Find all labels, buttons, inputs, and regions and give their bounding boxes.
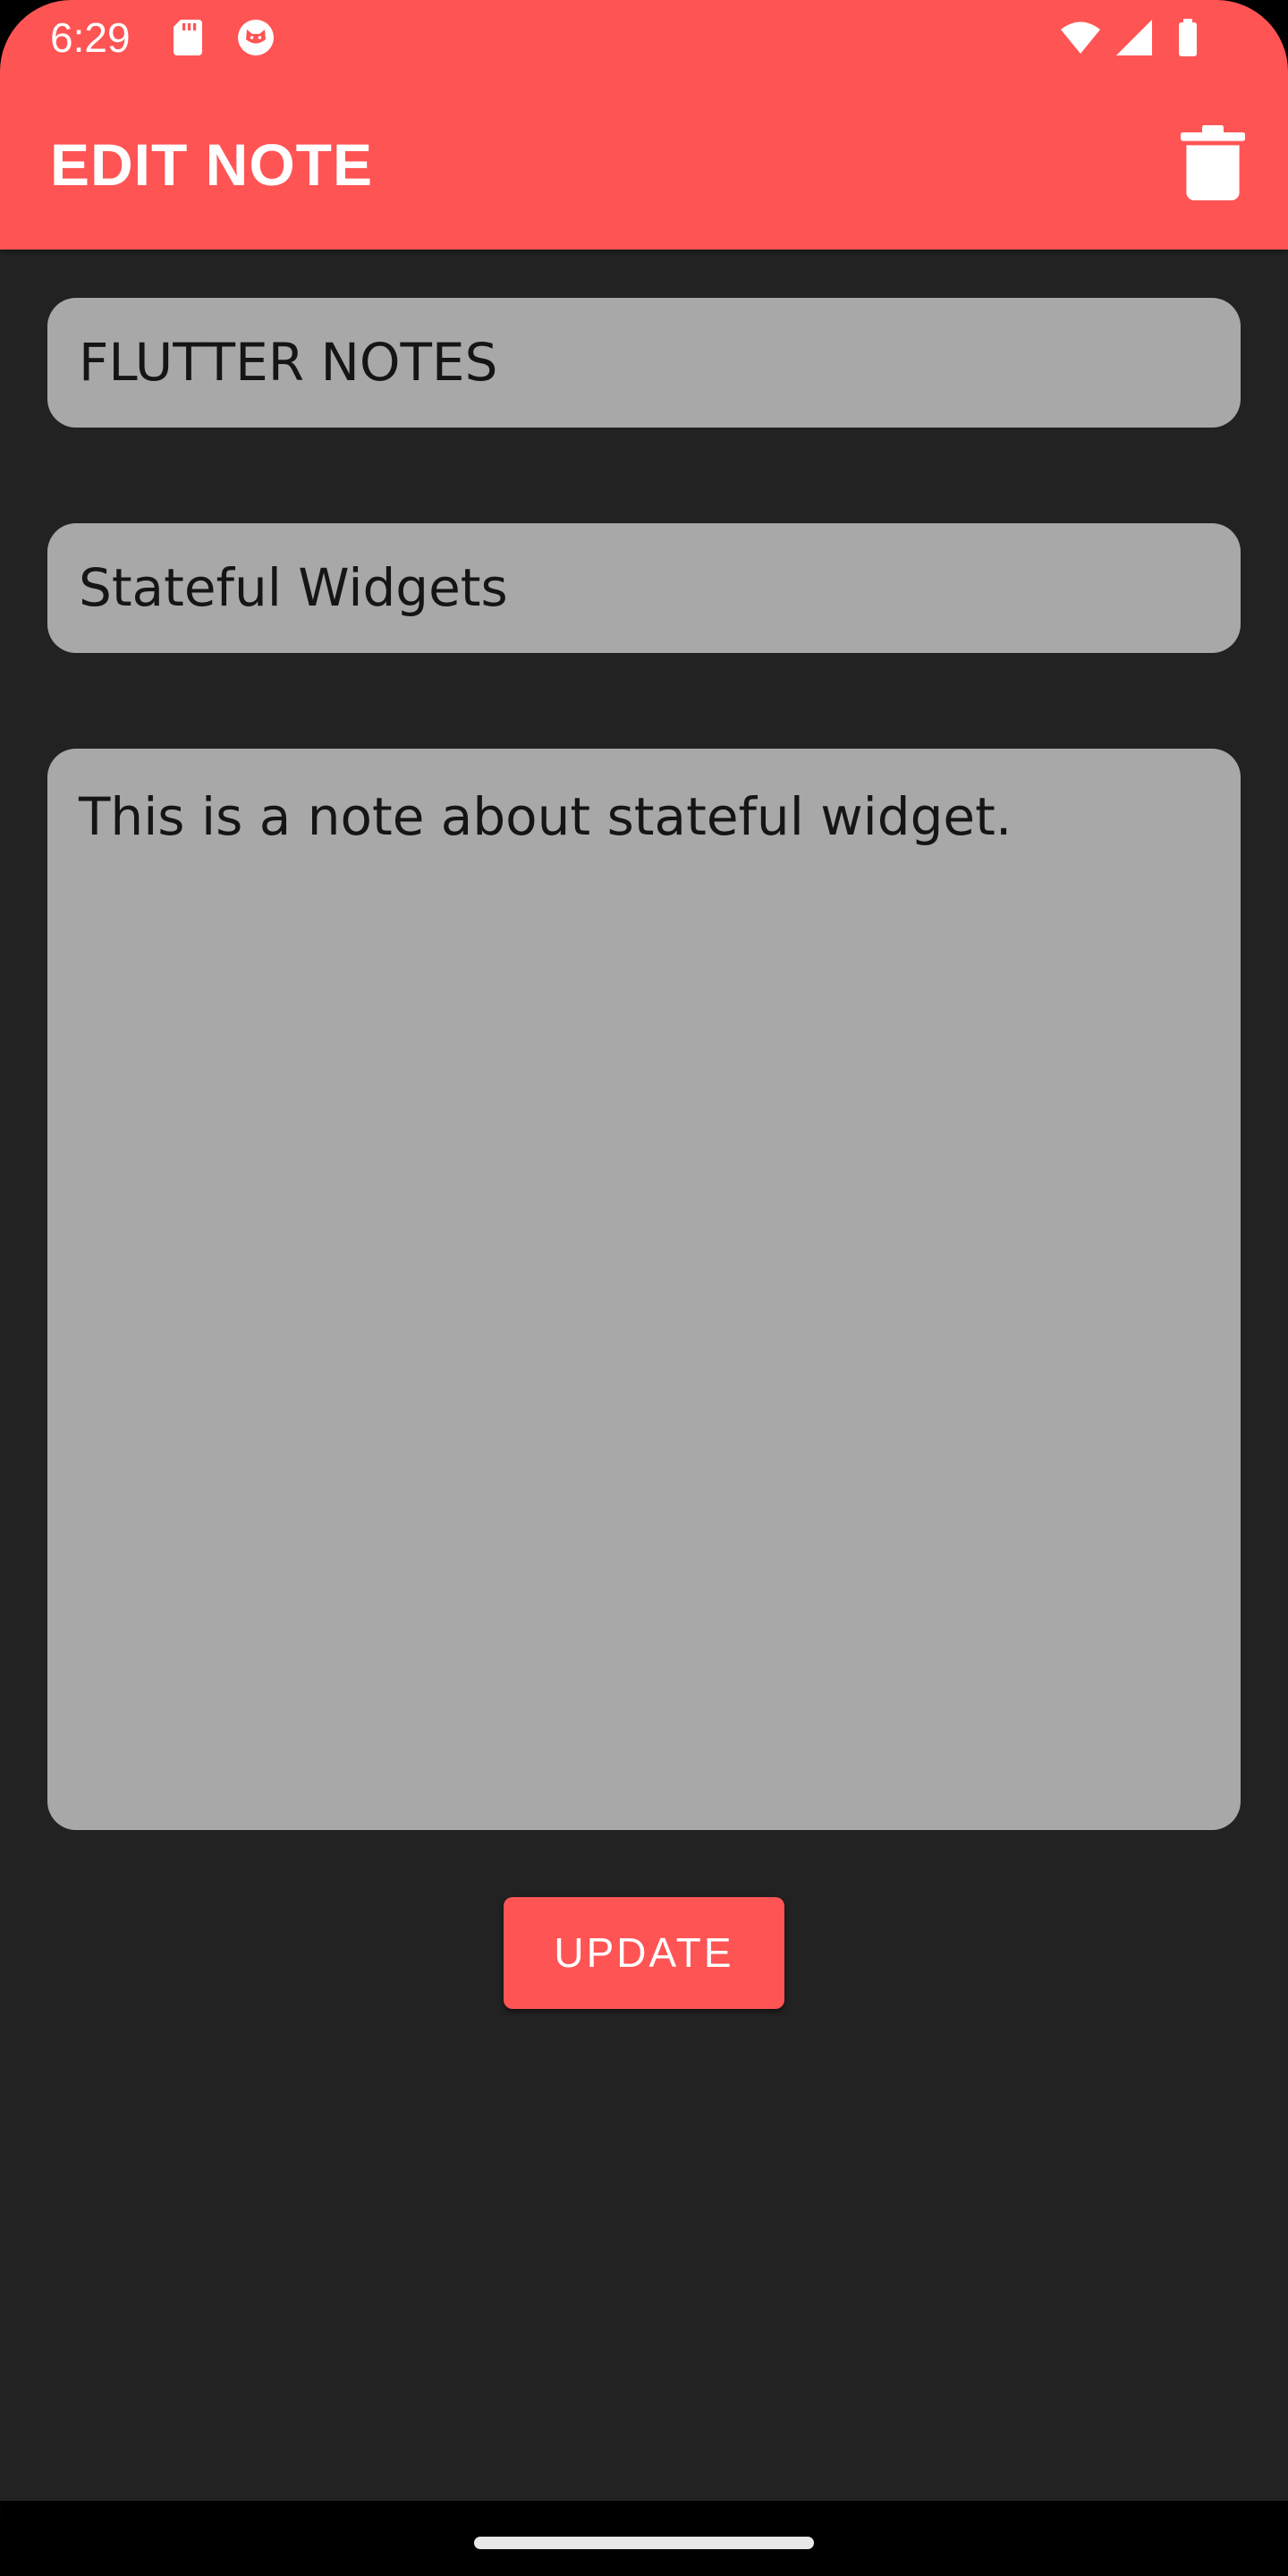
update-button[interactable]: UPDATE [504,1897,784,2009]
signal-icon [1116,20,1152,55]
note-title-field[interactable]: FLUTTER NOTES [47,298,1241,428]
phone-screen: 6:29 EDIT NOTE FLUTTER NOTES Stateful Wi… [0,0,1288,2576]
cat-face-icon [238,20,274,55]
delete-button[interactable] [1181,125,1245,200]
status-bar: 6:29 [0,0,1288,75]
status-time: 6:29 [50,14,131,61]
home-gesture-handle[interactable] [474,2537,814,2549]
page-title: EDIT NOTE [50,131,374,198]
note-subtitle-value: Stateful Widgets [79,557,508,618]
app-bar: 6:29 EDIT NOTE [0,0,1288,250]
wifi-icon [1061,21,1100,54]
note-body-value: This is a note about stateful widget. [79,786,1013,847]
battery-icon [1179,19,1197,56]
sd-card-icon [174,20,202,55]
note-subtitle-field[interactable]: Stateful Widgets [47,523,1241,653]
note-title-value: FLUTTER NOTES [79,332,498,393]
trash-icon [1181,125,1245,200]
note-body-field[interactable]: This is a note about stateful widget. [47,749,1241,1830]
